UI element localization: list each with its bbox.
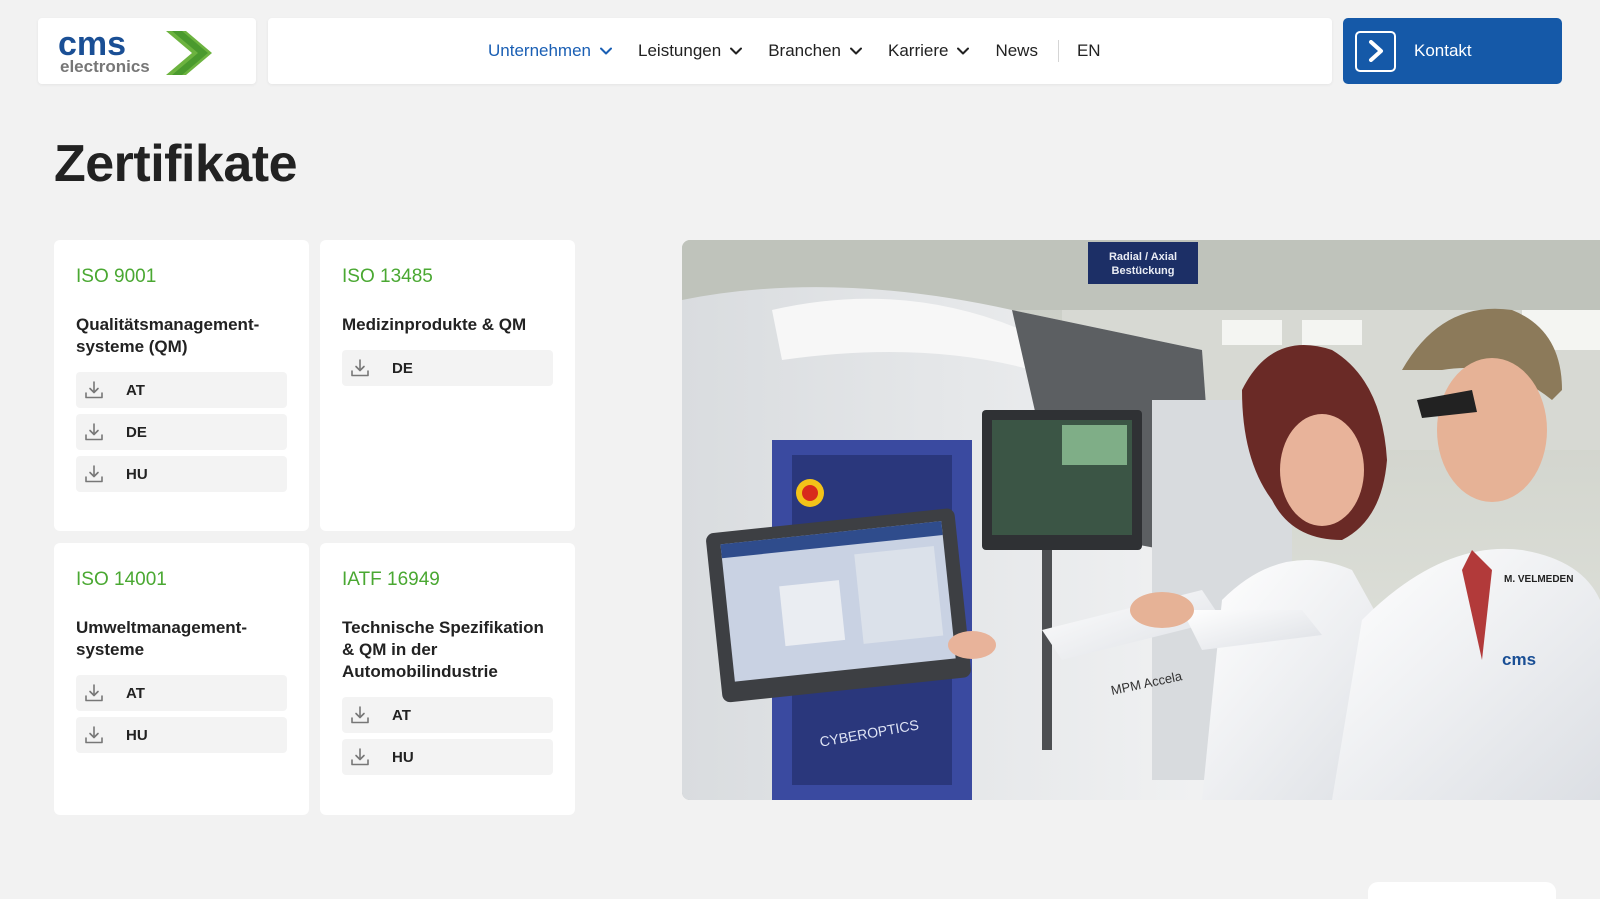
chevron-down-icon xyxy=(600,47,613,55)
download-hu-button[interactable]: HU xyxy=(76,456,287,492)
download-hu-button[interactable]: HU xyxy=(342,739,553,775)
nav-item-news[interactable]: News xyxy=(995,41,1038,61)
download-list: AT DE HU xyxy=(76,372,287,498)
certificate-description: Qualitätsmanagement-systeme (QM) xyxy=(76,315,260,356)
contact-button-label: Kontakt xyxy=(1414,41,1472,60)
download-hu-button[interactable]: HU xyxy=(76,717,287,753)
download-at-button[interactable]: AT xyxy=(76,675,287,711)
nav-item-unternehmen[interactable]: Unternehmen xyxy=(488,41,613,61)
contact-button[interactable]: Kontakt xyxy=(1343,18,1562,84)
download-de-button[interactable]: DE xyxy=(342,350,553,386)
svg-text:Radial / Axial: Radial / Axial xyxy=(1109,251,1177,263)
bottom-floating-panel xyxy=(1368,882,1556,899)
cms-electronics-logo: cms electronics xyxy=(58,27,212,75)
download-language-label: HU xyxy=(126,465,148,483)
certificate-description: Technische Spezifikation & QM in der Autom… xyxy=(342,618,544,681)
logo[interactable]: cms electronics xyxy=(38,18,256,84)
download-language-label: AT xyxy=(126,381,145,399)
lab-photo: Radial / Axial Bestückung CYBEROPTICS MP… xyxy=(682,240,1600,800)
certificate-code: ISO 9001 xyxy=(76,266,157,287)
certificate-card-iso-9001: ISO 9001 Qualitätsmanagement-systeme (QM)… xyxy=(54,240,309,531)
download-icon xyxy=(85,684,103,702)
chevron-down-icon xyxy=(957,47,970,55)
download-language-label: HU xyxy=(392,748,414,766)
download-language-label: AT xyxy=(126,684,145,702)
nav-item-leistungen[interactable]: Leistungen xyxy=(638,41,743,61)
main-navigation: Unternehmen Leistungen Branchen Karriere New… xyxy=(488,18,1127,84)
chevron-down-icon xyxy=(730,47,743,55)
chevron-down-icon xyxy=(849,47,862,55)
arrow-right-icon xyxy=(1355,30,1396,72)
language-switch-en[interactable]: EN xyxy=(1077,41,1101,61)
svg-text:Bestückung: Bestückung xyxy=(1112,265,1175,277)
download-icon xyxy=(351,748,369,766)
download-icon xyxy=(85,423,103,441)
download-list: DE xyxy=(342,350,553,392)
nav-item-label: Karriere xyxy=(887,41,949,60)
nav-item-branchen[interactable]: Branchen xyxy=(768,41,862,61)
download-icon xyxy=(351,359,369,377)
download-language-label: AT xyxy=(392,706,411,724)
svg-text:M. VELMEDEN: M. VELMEDEN xyxy=(1504,574,1573,585)
download-list: AT HU xyxy=(76,675,287,759)
nav-item-label: Unternehmen xyxy=(488,41,592,60)
download-list: AT HU xyxy=(342,697,553,781)
svg-text:cms: cms xyxy=(1502,650,1536,669)
download-language-label: DE xyxy=(126,423,147,441)
certificate-description: Umweltmanagement-systeme xyxy=(76,618,247,659)
svg-text:electronics: electronics xyxy=(60,57,150,75)
main-navigation-bar: Unternehmen Leistungen Branchen Karriere New… xyxy=(268,18,1332,84)
page-title: Zertifikate xyxy=(54,135,298,193)
certificate-code: ISO 14001 xyxy=(76,569,167,590)
production-photo-illustration: Radial / Axial Bestückung CYBEROPTICS MP… xyxy=(682,240,1600,800)
download-at-button[interactable]: AT xyxy=(342,697,553,733)
download-icon xyxy=(85,726,103,744)
nav-item-label: News xyxy=(995,41,1038,60)
download-icon xyxy=(85,465,103,483)
download-icon xyxy=(351,706,369,724)
download-de-button[interactable]: DE xyxy=(76,414,287,450)
certificate-code: ISO 13485 xyxy=(342,266,433,287)
certificate-code: IATF 16949 xyxy=(342,569,440,590)
certificate-card-iso-14001: ISO 14001 Umweltmanagement-systeme AT HU xyxy=(54,543,309,815)
certificate-card-iatf-16949: IATF 16949 Technische Spezifikation & QM i… xyxy=(320,543,575,815)
nav-item-label: Leistungen xyxy=(638,41,722,60)
certificate-description: Medizinprodukte & QM xyxy=(342,315,527,334)
nav-item-karriere[interactable]: Karriere xyxy=(887,41,970,61)
certificate-card-iso-13485: ISO 13485 Medizinprodukte & QM DE xyxy=(320,240,575,531)
download-language-label: HU xyxy=(126,726,148,744)
nav-divider xyxy=(1057,40,1059,62)
nav-item-label: Branchen xyxy=(768,41,841,60)
download-language-label: DE xyxy=(392,359,413,377)
download-at-button[interactable]: AT xyxy=(76,372,287,408)
download-icon xyxy=(85,381,103,399)
